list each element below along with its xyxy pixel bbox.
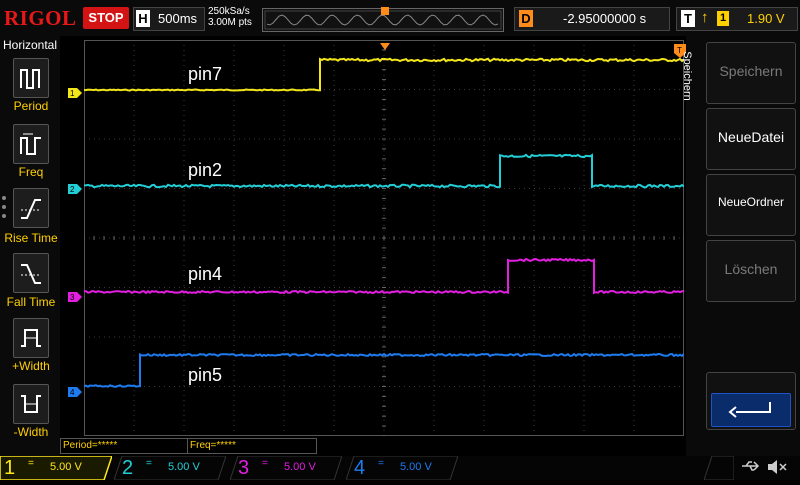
delay-key: D [519, 10, 533, 27]
ch2-offset-marker[interactable]: 2 [68, 181, 82, 194]
positive-width-icon [21, 329, 41, 347]
delay-value: -2.95000000 s [563, 11, 647, 26]
freq-icon [20, 133, 41, 155]
trigger-time-marker-icon [380, 38, 390, 50]
channel-3-tab[interactable]: 3 = 5.00 V [230, 456, 342, 480]
measure-menu-title: Horizontal [2, 38, 58, 52]
new-file-button[interactable]: NeueDatei [706, 108, 796, 170]
negative-width-label: -Width [13, 425, 49, 439]
channel-1-tab[interactable]: 1 = 5.00 V [0, 456, 112, 480]
channel-3-scale: 5.00 V [284, 461, 316, 473]
freq-measure-button[interactable] [13, 124, 49, 164]
trace-labels: pin7 pin2 pin4 pin5 [188, 64, 222, 385]
enter-arrow-icon [728, 402, 771, 418]
sample-rate: 250kSa/s [208, 6, 250, 17]
trace-label-pin7: pin7 [188, 64, 222, 84]
period-icon [20, 69, 40, 89]
svg-text:3: 3 [70, 293, 75, 302]
waveform-display[interactable]: pin7 pin2 pin4 pin5 [84, 40, 684, 436]
channel-2-tab[interactable]: 2 = 5.00 V [114, 456, 226, 480]
channel-3-coupling: = [262, 458, 268, 469]
fall-time-measure-button[interactable] [13, 253, 49, 293]
speaker-mute-icon[interactable] [766, 458, 788, 479]
fall-time-label: Fall Time [6, 295, 56, 309]
usb-icon [740, 458, 760, 477]
new-file-button-label: NeueDatei [717, 129, 785, 145]
period-label: Period [13, 99, 49, 113]
status-tab-decoration [703, 455, 735, 481]
svg-text:1: 1 [70, 89, 75, 98]
positive-width-measure-button[interactable] [13, 318, 49, 358]
negative-width-icon [21, 395, 41, 413]
positive-width-label: +Width [12, 359, 50, 373]
channel-2-coupling: = [146, 458, 152, 469]
enter-button-face [711, 393, 791, 427]
channel-4-tab[interactable]: 4 = 5.00 V [346, 456, 458, 480]
channel-3-number: 3 [238, 457, 250, 479]
timebase-key: H [136, 10, 150, 27]
new-folder-button-label: NeueOrdner [717, 195, 785, 209]
brand-logo: RIGOL [4, 6, 77, 30]
trace-label-pin2: pin2 [188, 160, 222, 180]
save-menu-title: Speichern [680, 51, 693, 101]
trigger-level: 1.90 V [747, 11, 785, 26]
trigger-key: T [681, 10, 695, 27]
channel-1-number: 1 [4, 457, 16, 479]
delete-button[interactable]: Löschen [706, 240, 796, 302]
channel-1-coupling: = [28, 458, 34, 469]
rise-time-measure-button[interactable] [13, 188, 49, 228]
delay-readout[interactable]: D -2.95000000 s [514, 7, 670, 31]
channel-4-scale: 5.00 V [400, 461, 432, 473]
save-button-label: Speichern [719, 63, 783, 79]
channel-2-number: 2 [122, 457, 134, 479]
freq-label: Freq [18, 165, 44, 179]
acquisition-info: 250kSa/s 3.00M pts [208, 6, 252, 28]
freq-measurement-readout: Freq=***** [187, 438, 317, 454]
rising-edge-icon: ↑ [701, 9, 709, 26]
ch3-offset-marker[interactable]: 3 [68, 289, 82, 302]
trace-ch2 [84, 153, 684, 189]
new-folder-button[interactable]: NeueOrdner [706, 174, 796, 236]
save-button[interactable]: Speichern [706, 42, 796, 104]
delete-button-label: Löschen [724, 261, 778, 277]
enter-button[interactable] [706, 372, 796, 430]
svg-text:4: 4 [70, 388, 75, 397]
rise-time-label: Rise Time [4, 231, 58, 245]
channel-4-coupling: = [378, 458, 384, 469]
graticule [84, 40, 684, 436]
channel-4-number: 4 [354, 457, 366, 479]
svg-text:2: 2 [70, 185, 75, 194]
rise-time-icon [21, 199, 41, 219]
trigger-source: 1 [717, 11, 729, 26]
ch4-offset-marker[interactable]: 4 [68, 384, 82, 397]
channel-1-scale: 5.00 V [50, 461, 82, 473]
channel-2-scale: 5.00 V [168, 461, 200, 473]
memory-depth: 3.00M pts [208, 17, 252, 28]
trace-label-pin5: pin5 [188, 365, 222, 385]
fall-time-icon [21, 264, 41, 284]
timebase-value: 500ms [158, 11, 198, 26]
trace-label-pin4: pin4 [188, 264, 222, 284]
menu-page-indicator [2, 196, 8, 223]
run-stop-indicator[interactable]: STOP [83, 7, 129, 29]
timebase-readout[interactable]: H 500ms [133, 7, 205, 31]
trigger-readout[interactable]: T ↑ 1 1.90 V [676, 7, 798, 31]
negative-width-measure-button[interactable] [13, 384, 49, 424]
ch1-offset-marker[interactable]: 1 [68, 85, 82, 98]
period-measurement-readout: Period=***** [60, 438, 188, 454]
period-measure-button[interactable] [13, 58, 49, 98]
trigger-position-marker-icon [381, 7, 389, 15]
waveform-traces [84, 57, 684, 388]
